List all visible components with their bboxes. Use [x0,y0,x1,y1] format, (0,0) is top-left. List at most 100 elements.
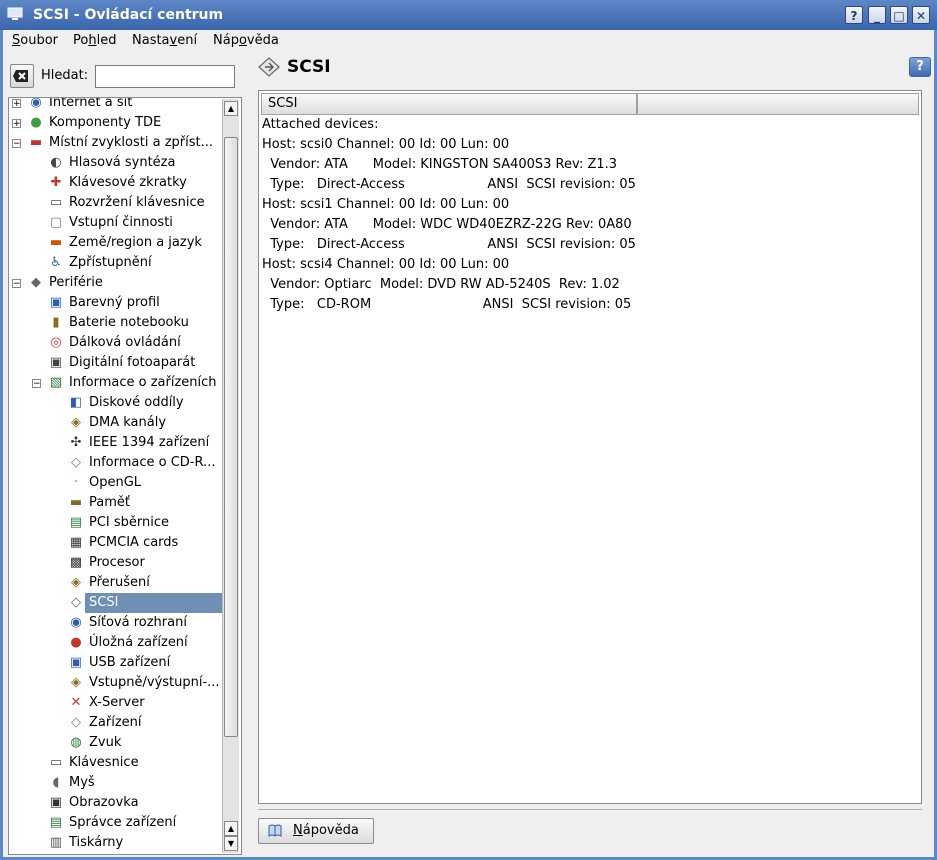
help-icon[interactable]: ? [909,57,931,77]
memory-icon: ▬ [69,495,83,510]
tree-item[interactable]: ▭ Rozvržení klávesnice [9,193,223,213]
tree-item[interactable]: − ▬ Místní zvyklosti a zpříst... [9,133,223,153]
tree-item[interactable]: · OpenGL [9,473,223,493]
globe-icon: ◉ [30,97,42,110]
menu-soubor[interactable]: Soubor [12,33,58,48]
tree-item[interactable]: ▣ USB zařízení [9,653,223,673]
tree-scrollbar[interactable]: ▲ ▲ ▼ [222,99,239,853]
tree-item-label: Klávesnice [69,755,139,770]
search-label: Hledat: [41,68,89,83]
search-input[interactable] [95,65,235,88]
context-help-button[interactable]: ? [845,6,863,24]
column-header-empty[interactable] [637,93,919,115]
tree-item-label: PCI sběrnice [89,515,170,530]
scroll-thumb[interactable] [224,137,238,737]
tree-item-label: Správce zařízení [69,815,177,830]
title-bar: SCSI - Ovládací centrum ? _ □ ✕ [0,0,937,30]
menu-napoveda[interactable]: Nápověda [213,33,279,48]
network-icon: ◉ [70,615,82,630]
speech-icon: ◐ [50,155,62,170]
info-line: Host: scsi4 Channel: 00 Id: 00 Lun: 00 [262,257,510,272]
collapse-icon[interactable]: − [12,139,21,149]
tree-item[interactable]: ♿ Zpřístupnění [9,253,223,273]
remote-icon: ◎ [50,335,62,350]
scroll-up-button[interactable]: ▲ [224,101,238,116]
tree-item[interactable]: ◈ Přerušení [9,573,223,593]
menu-pohled[interactable]: Pohled [73,33,116,48]
tree-item[interactable]: ▢ Vstupní činnosti [9,213,223,233]
tree-item[interactable]: + ◉ Internet a síť [9,97,223,113]
battery-icon: ▮ [52,315,60,330]
tree-item-label: Baterie notebooku [69,315,189,330]
tree-item[interactable]: ◖ Myš [9,773,223,793]
tree-item[interactable]: ▣ Obrazovka [9,793,223,813]
tree-item-label: Zvuk [89,735,122,750]
flag-icon: ▬ [49,235,63,250]
tree-item[interactable]: ◐ Hlasová syntéza [9,153,223,173]
minimize-button[interactable]: _ [868,6,886,24]
info-line: Type: CD-ROM ANSI SCSI revision: 05 [262,297,632,312]
tree-item[interactable]: ▭ Klávesnice [9,753,223,773]
expand-icon[interactable]: + [12,99,21,109]
keyboard-icon: ▭ [49,195,63,210]
scsi-icon: ◇ [71,595,81,610]
tree-item[interactable]: ◇ SCSI [9,593,227,613]
collapse-icon[interactable]: − [32,379,41,389]
x-server-icon: ✕ [70,695,82,710]
tree-item[interactable]: ▮ Baterie notebooku [9,313,223,333]
tree-item[interactable]: ◇ Informace o CD-R... [9,453,223,473]
info-line: Host: scsi0 Channel: 00 Id: 00 Lun: 00 [262,137,510,152]
pcmcia-icon: ▦ [69,535,83,550]
tree-item[interactable]: ▤ Správce zařízení [9,813,223,833]
tree-item[interactable]: − ◆ Periférie [9,273,223,293]
tree-item[interactable]: ◈ Vstupně/výstupní-... [9,673,223,693]
tree-item-label: Digitální fotoaparát [69,355,196,370]
tree-item-label: SCSI [85,593,227,613]
shortcut-icon: ✚ [50,175,62,190]
tree-item[interactable]: ▦ PCMCIA cards [9,533,223,553]
tree-item[interactable]: ▥ Tiskárny [9,833,223,853]
tree-item-label: Informace o CD-R... [89,455,216,470]
tree-item[interactable]: ▤ PCI sběrnice [9,513,223,533]
tree-item-label: Vstupně/výstupní-... [89,675,220,690]
dma-icon: ◈ [71,415,81,430]
expand-icon[interactable]: + [12,119,21,129]
help-button[interactable]: Nápověda [258,818,374,844]
tree-item[interactable]: ● Úložná zařízení [9,633,223,653]
tree-item[interactable]: ◉ Síťová rozhraní [9,613,223,633]
color-profile-icon: ▣ [49,295,63,310]
tree-item[interactable]: ✕ X-Server [9,693,223,713]
tree-item[interactable]: + ● Komponenty TDE [9,113,223,133]
help-accel: N [293,823,303,838]
tree-item[interactable]: ◎ Dálková ovládání [9,333,223,353]
tree-item-label: Místní zvyklosti a zpříst... [49,135,213,150]
tree-item-label: Klávesové zkratky [69,175,187,190]
tree-item[interactable]: ◈ DMA kanály [9,413,223,433]
column-header-scsi[interactable]: SCSI [261,93,637,115]
menu-nastaveni[interactable]: Nastavení [132,33,197,48]
collapse-icon[interactable]: − [12,279,21,289]
info-line: Vendor: Optiarc Model: DVD RW AD-5240S R… [262,277,620,292]
tree-item[interactable]: − ▧ Informace o zařízeních [9,373,223,393]
tree-item[interactable]: ▣ Digitální fotoaparát [9,353,223,373]
tree-item-label: Procesor [89,555,145,570]
tree-item[interactable]: ◇ Zařízení [9,713,223,733]
tree-item[interactable]: ◍ Zvuk [9,733,223,753]
module-tree[interactable]: + ◉ Internet a síť + ● Komponenty TDE − ▬ Místní… [8,97,242,855]
tree-item-label: Paměť [89,495,130,510]
scroll-down-button[interactable]: ▼ [224,836,238,851]
scroll-up-button-bottom[interactable]: ▲ [224,821,238,836]
maximize-button[interactable]: □ [890,6,908,24]
close-button[interactable]: ✕ [912,6,930,24]
pci-icon: ▤ [69,515,83,530]
tree-item[interactable]: ▬ Paměť [9,493,223,513]
tree-item[interactable]: ✣ IEEE 1394 zařízení [9,433,223,453]
tree-item[interactable]: ◧ Diskové oddíly [9,393,223,413]
tree-item[interactable]: ▩ Procesor [9,553,223,573]
tree-item[interactable]: ▬ Země/region a jazyk [9,233,223,253]
clear-search-button[interactable] [10,64,34,88]
cpu-icon: ▩ [69,555,83,570]
tree-item[interactable]: ▣ Barevný profil [9,293,223,313]
tree-item[interactable]: ✚ Klávesové zkratky [9,173,223,193]
interrupt-icon: ◈ [71,575,81,590]
